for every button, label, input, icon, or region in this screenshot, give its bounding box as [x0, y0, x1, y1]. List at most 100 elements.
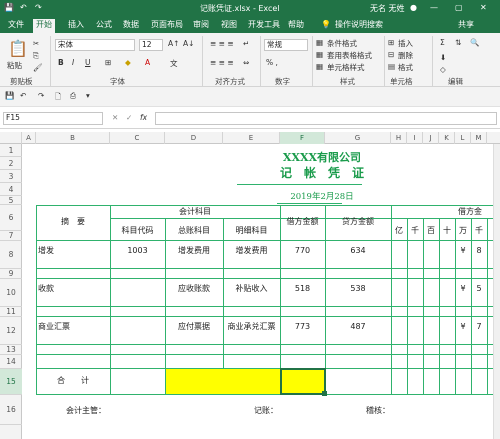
insert-cells-button[interactable]: 插入: [398, 38, 413, 49]
tab-view[interactable]: 视图: [218, 19, 240, 33]
row-header-13[interactable]: 13: [0, 345, 22, 355]
font-size-select[interactable]: 12: [139, 39, 163, 51]
column-header-g[interactable]: G: [325, 132, 391, 144]
minimize-icon[interactable]: —: [430, 3, 438, 12]
cancel-icon[interactable]: ✕: [112, 113, 118, 122]
align-left-icon[interactable]: ≡ ≡ ≡: [210, 58, 234, 67]
column-header-j[interactable]: J: [423, 132, 439, 144]
selected-cell-f15[interactable]: [280, 368, 326, 395]
row-header-7[interactable]: 7: [0, 231, 22, 241]
border-icon[interactable]: ⊞: [105, 58, 111, 67]
table-format-icon[interactable]: ▦: [316, 50, 323, 59]
column-header-a[interactable]: A: [22, 132, 36, 144]
grow-font-icon[interactable]: A↑: [168, 39, 179, 48]
column-header-m[interactable]: M: [471, 132, 487, 144]
total-subject-highlight[interactable]: [166, 369, 280, 394]
font-color-icon[interactable]: A: [145, 58, 150, 67]
tab-insert[interactable]: 插入: [65, 19, 87, 33]
column-header-h[interactable]: H: [391, 132, 407, 144]
conditional-format-icon[interactable]: ▦: [316, 38, 323, 47]
row-header-4[interactable]: 4: [0, 183, 22, 196]
clear-icon[interactable]: ◇: [440, 65, 446, 74]
format-cells-icon[interactable]: ▤: [388, 62, 395, 71]
formula-input[interactable]: [155, 112, 497, 125]
column-header-k[interactable]: K: [439, 132, 455, 144]
align-top-icon[interactable]: ≡ ≡ ≡: [210, 39, 234, 48]
row-header-5[interactable]: 5: [0, 196, 22, 205]
font-name-select[interactable]: 宋体: [55, 39, 135, 51]
qat-undo-icon[interactable]: ↶: [20, 91, 26, 100]
row-header-6[interactable]: 6: [0, 205, 22, 231]
tab-developer[interactable]: 开发工具: [245, 19, 283, 33]
vertical-scrollbar[interactable]: [493, 144, 500, 439]
enter-icon[interactable]: ✓: [126, 113, 132, 122]
select-all-corner[interactable]: [0, 132, 22, 144]
tab-data[interactable]: 数据: [120, 19, 142, 33]
cell-style-icon[interactable]: ▦: [316, 62, 323, 71]
user-avatar[interactable]: ●: [410, 3, 417, 12]
fill-handle[interactable]: [322, 391, 327, 396]
cell-style-button[interactable]: 单元格样式: [327, 62, 365, 73]
qat-save-icon[interactable]: 💾: [5, 91, 14, 100]
row-header-2[interactable]: 2: [0, 157, 22, 170]
fill-color-icon[interactable]: ◆: [125, 58, 131, 67]
column-header-i[interactable]: I: [407, 132, 423, 144]
find-select-icon[interactable]: 🔍: [470, 38, 479, 47]
underline-button[interactable]: U: [85, 58, 91, 67]
row-header-14[interactable]: 14: [0, 355, 22, 369]
row-header-8[interactable]: 8: [0, 241, 22, 269]
format-cells-button[interactable]: 格式: [398, 62, 413, 73]
number-format-select[interactable]: 常规: [264, 39, 308, 51]
save-icon[interactable]: 💾: [4, 3, 14, 12]
function-icon[interactable]: fx: [140, 113, 147, 122]
qat-preview-icon[interactable]: 🗋: [55, 91, 61, 104]
share-button[interactable]: 共享: [455, 19, 477, 33]
qat-customize-icon[interactable]: ▾: [86, 91, 90, 100]
qat-print-icon[interactable]: ⎙: [70, 91, 76, 101]
column-header-c[interactable]: C: [110, 132, 165, 144]
format-painter-icon[interactable]: 🖌: [33, 63, 43, 72]
column-header-f[interactable]: F: [280, 132, 325, 144]
row-header-16[interactable]: 16: [0, 395, 22, 425]
tab-home[interactable]: 开始: [33, 19, 55, 33]
column-header-d[interactable]: D: [165, 132, 223, 144]
italic-button[interactable]: I: [72, 58, 74, 67]
row-header-9[interactable]: 9: [0, 269, 22, 279]
tab-formulas[interactable]: 公式: [93, 19, 115, 33]
table-format-button[interactable]: 套用表格格式: [327, 50, 372, 61]
user-name[interactable]: 无名 无姓: [370, 3, 405, 14]
conditional-format-button[interactable]: 条件格式: [327, 38, 357, 49]
insert-cells-icon[interactable]: ⊞: [388, 38, 394, 47]
restore-icon[interactable]: ▢: [455, 3, 463, 12]
row-header-10[interactable]: 10: [0, 279, 22, 307]
redo-icon[interactable]: ↷: [35, 3, 42, 12]
row-header-12[interactable]: 12: [0, 317, 22, 345]
column-header-l[interactable]: L: [455, 132, 471, 144]
wrap-text-icon[interactable]: ↵: [243, 39, 249, 48]
copy-icon[interactable]: ⎘: [33, 51, 39, 61]
tab-page-layout[interactable]: 页面布局: [148, 19, 186, 33]
cut-icon[interactable]: ✂: [33, 39, 39, 48]
worksheet-grid[interactable]: XXXX有限公司 记 帐 凭 证 2019年2月28日 摘 要 会计科目 借方金…: [22, 144, 500, 439]
row-header-1[interactable]: 1: [0, 144, 22, 157]
autosum-icon[interactable]: Σ: [440, 38, 445, 47]
sort-filter-icon[interactable]: ⇅: [455, 38, 461, 47]
merge-center-icon[interactable]: ⇔: [243, 58, 249, 67]
column-header-e[interactable]: E: [223, 132, 280, 144]
tab-review[interactable]: 审阅: [190, 19, 212, 33]
column-header-b[interactable]: B: [36, 132, 110, 144]
shrink-font-icon[interactable]: A↓: [183, 39, 194, 48]
fill-icon[interactable]: ⬇: [440, 53, 446, 62]
row-header-15[interactable]: 15: [0, 369, 22, 395]
name-box[interactable]: F15: [3, 112, 103, 125]
paste-button[interactable]: 粘贴: [7, 60, 22, 71]
bold-button[interactable]: B: [58, 58, 64, 67]
percent-icon[interactable]: % ,: [266, 58, 278, 67]
row-header-11[interactable]: 11: [0, 307, 22, 317]
tell-me-search[interactable]: 操作说明搜索: [332, 19, 386, 33]
phonetic-icon[interactable]: 文: [170, 58, 178, 69]
delete-cells-icon[interactable]: ⊟: [388, 50, 394, 59]
delete-cells-button[interactable]: 删除: [398, 50, 413, 61]
tab-help[interactable]: 帮助: [285, 19, 307, 33]
close-icon[interactable]: ✕: [480, 3, 487, 12]
